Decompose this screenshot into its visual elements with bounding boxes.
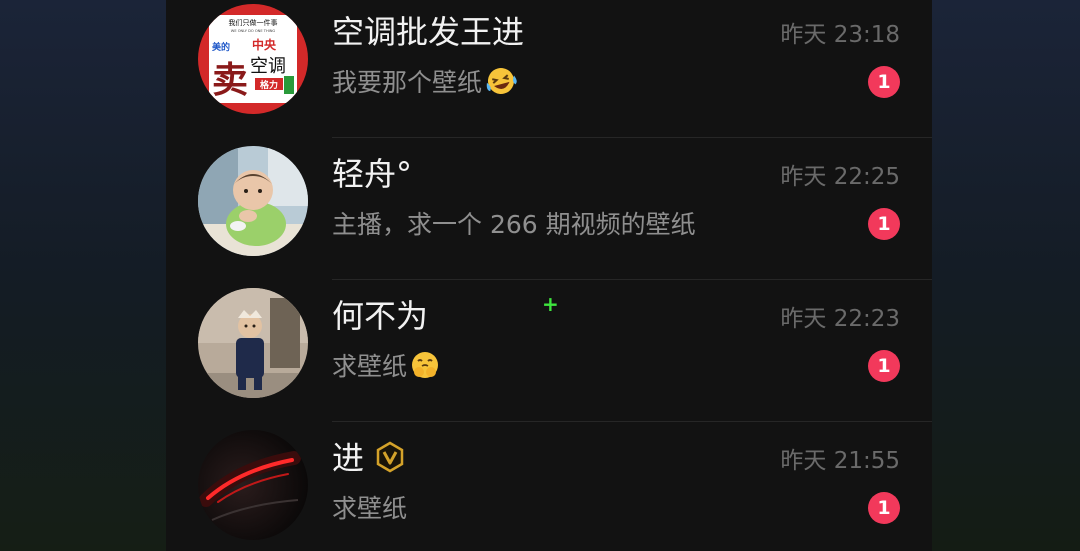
message-preview: 主播，求一个 266 期视频的壁纸 [332,210,696,239]
logo-main-text: 空调 [250,56,286,77]
child-photo-avatar [198,288,308,398]
avatar[interactable] [198,430,308,540]
logo-brand-center: 中央 [252,37,277,52]
laughing-crying-emoji-icon [484,66,518,107]
message-time: 昨天 22:25 [780,164,900,190]
chat-name: 轻舟° [332,155,413,193]
logo-brand-left: 美的 [212,41,230,53]
chat-name: 何不为 [332,297,429,335]
verified-v-icon [374,440,406,484]
car-taillight-avatar [198,430,308,540]
right-background-panel [932,0,1080,551]
chat-row-kongtiao[interactable]: 我们只做一件事 WE ONLY DO ONE THING 美的 中央 卖 空调 … [166,0,932,138]
chat-row-jin[interactable]: 进 求壁纸 昨天 21:55 1 [166,422,932,551]
baby-photo-avatar [198,146,308,256]
unread-badge: 1 [868,492,900,524]
message-preview-text: 求壁纸 [332,352,408,381]
message-preview: 求壁纸 [332,494,408,523]
unread-badge: 1 [868,208,900,240]
logo-brand-bottom: 格力 [260,79,278,91]
cursor-plus-icon: + [542,292,559,316]
message-preview: 我要那个壁纸 [332,64,518,107]
message-time: 昨天 23:18 [780,22,900,48]
logo-sub-text: WE ONLY DO ONE THING [231,29,276,33]
chat-name-text: 进 [332,439,365,477]
message-time: 昨天 21:55 [780,448,900,474]
avatar[interactable]: 我们只做一件事 WE ONLY DO ONE THING 美的 中央 卖 空调 … [198,4,308,114]
aircon-logo-avatar: 我们只做一件事 WE ONLY DO ONE THING 美的 中央 卖 空调 … [198,4,308,114]
pleading-hands-emoji-icon [409,350,441,391]
logo-top-text: 我们只做一件事 [229,18,278,27]
unread-badge: 1 [868,350,900,382]
message-preview-text: 我要那个壁纸 [332,68,483,97]
left-background-panel [0,0,166,551]
avatar[interactable] [198,146,308,256]
message-preview: 求壁纸 [332,348,441,391]
logo-big-char: 卖 [212,59,248,101]
avatar[interactable] [198,288,308,398]
chat-row-qingzhou[interactable]: 轻舟° 主播，求一个 266 期视频的壁纸 昨天 22:25 1 [166,138,932,280]
chat-name: 空调批发王进 [332,13,525,51]
chat-list-screen: 我们只做一件事 WE ONLY DO ONE THING 美的 中央 卖 空调 … [166,0,932,551]
message-time: 昨天 22:23 [780,306,900,332]
unread-badge: 1 [868,66,900,98]
chat-name: 进 [332,436,406,484]
